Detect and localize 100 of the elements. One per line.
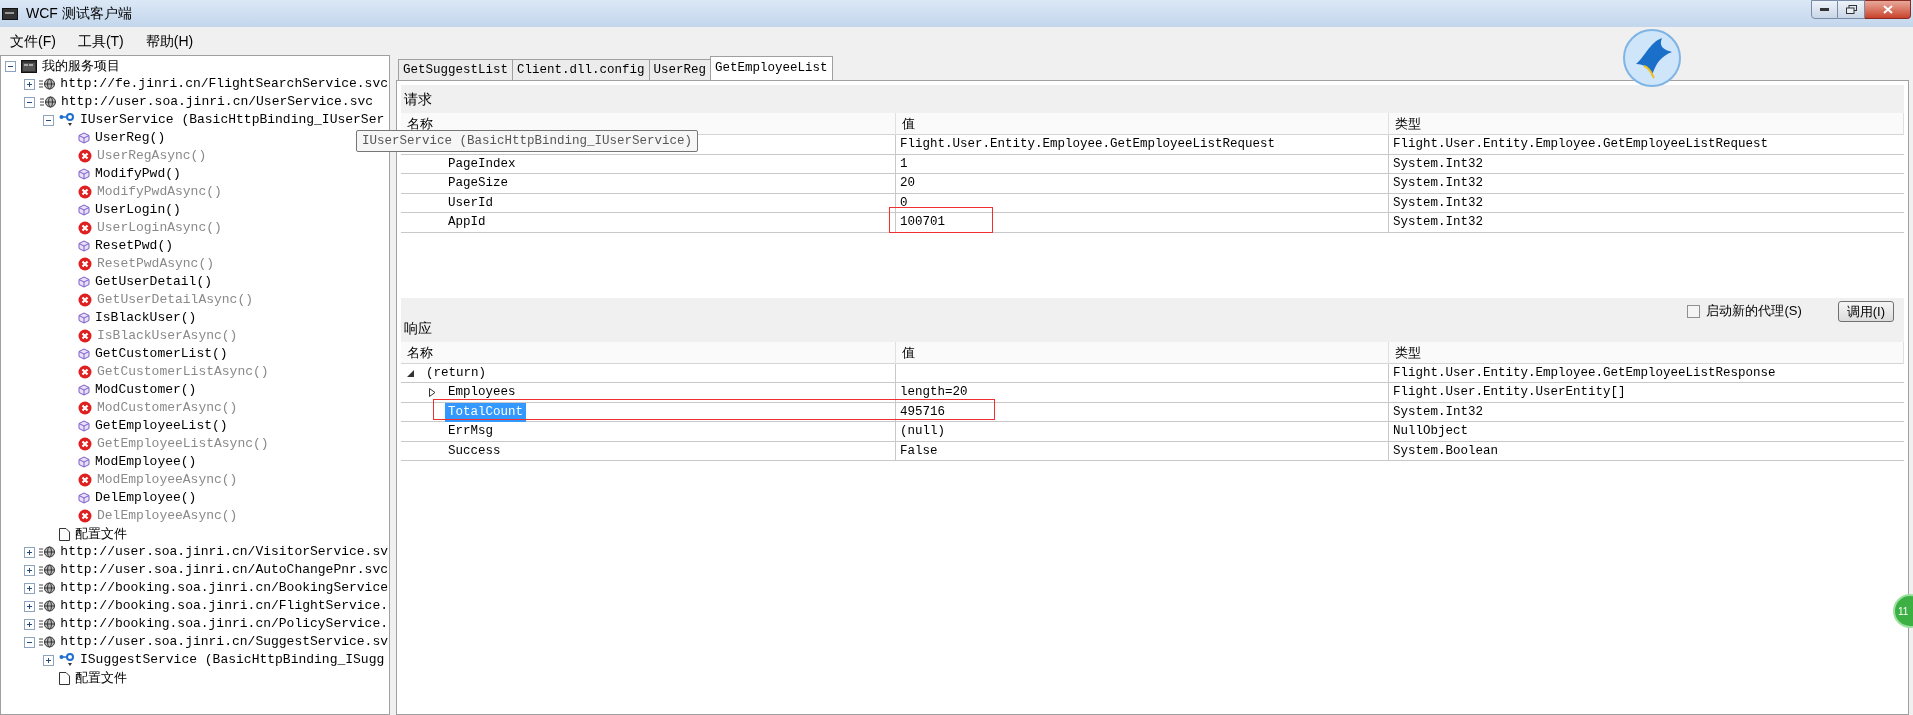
tab[interactable]: UserReg — [648, 59, 712, 80]
row-name[interactable]: PageSize — [445, 174, 511, 193]
row-type: System.Boolean — [1392, 442, 1500, 460]
tree-item[interactable]: http://user.soa.jinri.cn/AutoChangePnr.svc — [59, 561, 389, 579]
column-header[interactable]: 值 — [896, 341, 1389, 364]
new-proxy-checkbox[interactable] — [1687, 304, 1701, 318]
interface-icon — [59, 113, 75, 127]
row-value[interactable]: 20 — [896, 174, 919, 193]
row-type: Flight.User.Entity.Employee.GetEmployeeListResponse — [1392, 364, 1777, 382]
tree-item[interactable]: http://booking.soa.jinri.cn/BookingService — [59, 579, 389, 597]
row-type: System.Int32 — [1392, 194, 1484, 212]
row-value[interactable]: length=20 — [896, 383, 972, 402]
row-type: System.Int32 — [1392, 403, 1484, 421]
minimize-button[interactable] — [1811, 0, 1838, 19]
tab[interactable]: GetEmployeeList — [710, 56, 833, 80]
expand-toggle[interactable] — [24, 546, 35, 558]
expand-toggle[interactable] — [24, 618, 35, 630]
tree-item[interactable]: http://user.soa.jinri.cn/UserService.svc — [60, 93, 375, 111]
globe-icon — [39, 564, 56, 576]
row-value[interactable]: 495716 — [896, 402, 949, 422]
tree-item[interactable]: http://booking.soa.jinri.cn/PolicyService. — [59, 615, 389, 633]
expand-toggle[interactable] — [24, 78, 35, 90]
row-type: System.Int32 — [1392, 214, 1484, 231]
expand-toggle[interactable] — [24, 564, 35, 576]
menu-item[interactable]: 工具(T) — [77, 30, 124, 52]
maximize-button[interactable] — [1838, 0, 1865, 19]
tree-item[interactable]: GetCustomerList() — [94, 345, 229, 363]
globe-icon — [39, 582, 56, 594]
expand-toggle[interactable] — [24, 600, 35, 612]
tree-item[interactable]: http://booking.soa.jinri.cn/FlightService. — [59, 597, 389, 615]
collapse-toggle[interactable] — [24, 636, 35, 648]
column-header[interactable]: 值 — [896, 113, 1389, 135]
tree-item[interactable]: UserReg() — [94, 129, 167, 147]
console-icon — [21, 59, 37, 73]
expand-arrow-icon[interactable] — [429, 388, 436, 397]
row-name[interactable]: Employees — [445, 383, 519, 402]
collapse-toggle[interactable] — [5, 60, 16, 72]
row-name[interactable]: UserId — [445, 193, 496, 213]
tree-item[interactable]: IUserService (BasicHttpBinding_IUserSer — [79, 111, 386, 129]
expand-toggle[interactable] — [43, 654, 54, 666]
tree-item[interactable]: GetEmployeeList() — [94, 417, 229, 435]
column-header[interactable]: 类型 — [1389, 113, 1904, 135]
tree-item[interactable]: GetUserDetail() — [94, 273, 214, 291]
globe-icon — [39, 546, 56, 558]
close-icon — [1882, 5, 1893, 14]
row-value[interactable]: Flight.User.Entity.Employee.GetEmployeeListRequest — [896, 135, 1280, 154]
error-icon — [78, 401, 92, 415]
row-value[interactable]: 100701 — [896, 213, 949, 232]
collapse-arrow-icon[interactable] — [407, 369, 414, 377]
row-name[interactable]: Success — [445, 441, 504, 461]
row-name[interactable]: PageIndex — [445, 154, 519, 174]
tree-item[interactable]: ModCustomer() — [94, 381, 198, 399]
tree-item[interactable]: UserLogin() — [94, 201, 182, 219]
menu-item[interactable]: 帮助(H) — [145, 30, 194, 52]
tree-item[interactable]: http://user.soa.jinri.cn/VisitorService.sv — [59, 543, 389, 561]
tooltip: IUserService (BasicHttpBinding_IUserService) — [356, 130, 699, 152]
globe-icon — [39, 618, 56, 630]
row-name[interactable]: (return) — [423, 363, 489, 383]
tab[interactable]: Client.dll.config — [512, 59, 650, 80]
cube-icon — [78, 456, 90, 468]
cube-icon — [78, 420, 90, 432]
error-icon — [78, 257, 92, 271]
row-value[interactable]: False — [896, 441, 942, 461]
restore-icon — [1845, 5, 1857, 14]
tree-item[interactable]: 我的服务项目 — [41, 57, 121, 75]
cube-icon — [78, 312, 90, 324]
collapse-toggle[interactable] — [24, 96, 35, 108]
row-value[interactable]: 0 — [896, 193, 912, 213]
section-title: 响应 — [404, 318, 432, 338]
tab[interactable]: GetSuggestList — [398, 59, 514, 80]
column-header[interactable]: 名称 — [401, 341, 896, 364]
row-type: Flight.User.Entity.UserEntity[] — [1392, 384, 1627, 401]
close-button[interactable] — [1865, 0, 1911, 19]
row-value[interactable]: (null) — [896, 422, 949, 441]
bird-logo-icon — [1622, 28, 1682, 88]
tree-item[interactable]: ModifyPwd() — [94, 165, 182, 183]
tree-item[interactable]: ModEmployee() — [94, 453, 198, 471]
globe-icon — [39, 636, 56, 648]
collapse-toggle[interactable] — [43, 114, 54, 126]
tree-item[interactable]: 配置文件 — [74, 669, 128, 687]
globe-icon — [39, 600, 56, 612]
tree-item[interactable]: DelEmployee() — [94, 489, 198, 507]
tree-item[interactable]: http://fe.jinri.cn/FlightSearchService.svc — [59, 75, 389, 93]
tree-item[interactable]: ISuggestService (BasicHttpBinding_ISugg — [79, 651, 386, 669]
row-value[interactable]: 1 — [896, 154, 912, 174]
error-icon — [78, 329, 92, 343]
cube-icon — [78, 132, 90, 144]
menu-item[interactable]: 文件(F) — [10, 30, 56, 52]
row-name[interactable]: AppId — [445, 213, 489, 232]
invoke-button[interactable]: 调用(I) — [1837, 300, 1894, 322]
tree-item[interactable]: http://user.soa.jinri.cn/SuggestService.sv — [59, 633, 389, 651]
tree-item[interactable]: IsBlackUser() — [94, 309, 198, 327]
cube-icon — [78, 348, 90, 360]
column-header[interactable]: 类型 — [1389, 341, 1904, 364]
tree-item[interactable]: ResetPwd() — [94, 237, 174, 255]
globe-icon — [39, 78, 56, 90]
row-type: System.Int32 — [1392, 155, 1484, 173]
tree-item[interactable]: 配置文件 — [74, 525, 128, 543]
row-name[interactable]: ErrMsg — [445, 422, 496, 441]
expand-toggle[interactable] — [24, 582, 35, 594]
